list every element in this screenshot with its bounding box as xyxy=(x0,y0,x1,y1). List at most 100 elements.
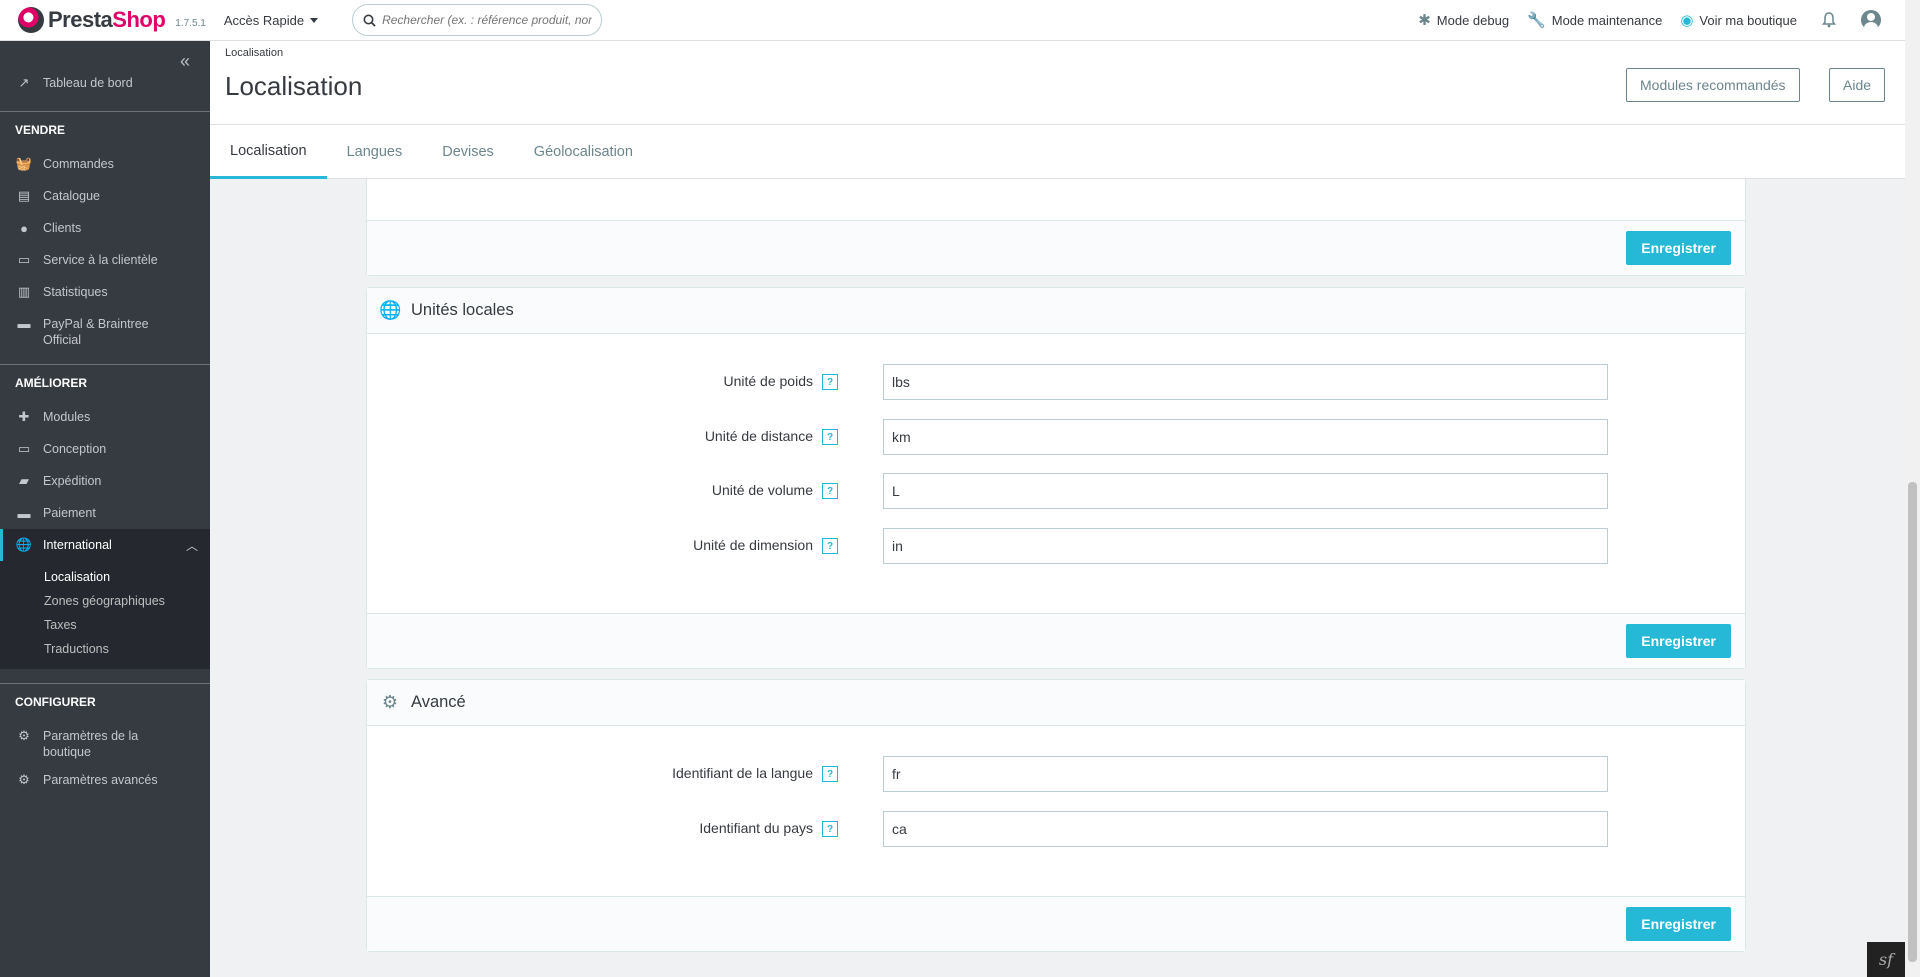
sidebar-item-modules[interactable]: ✚ Modules xyxy=(0,401,210,433)
gear-icon: ⚙ xyxy=(381,692,399,712)
field-label: Identifiant de la langue xyxy=(672,765,813,781)
panel-title: Avancé xyxy=(411,693,466,711)
panel-footer: Enregistrer xyxy=(367,220,1745,275)
weight-unit-input[interactable] xyxy=(883,364,1608,400)
chevron-up-icon: ︿ xyxy=(185,538,198,553)
wrench-icon: 🔧 xyxy=(1527,12,1546,29)
scrollbar-thumb[interactable] xyxy=(1908,482,1917,962)
sidebar-nav: « ↗ Tableau de bord VENDRE 🧺 Commandes ▤… xyxy=(0,41,210,977)
sidebar-subitem-taxes[interactable]: Taxes xyxy=(0,613,210,637)
save-button[interactable]: Enregistrer xyxy=(1626,907,1731,941)
puzzle-icon: ✚ xyxy=(18,409,30,424)
quick-access-dropdown[interactable]: Accès Rapide xyxy=(223,12,319,28)
sidebar-item-dashboard[interactable]: ↗ Tableau de bord xyxy=(0,67,210,99)
view-shop-label: Voir ma boutique xyxy=(1699,12,1797,28)
help-icon[interactable]: ? xyxy=(822,429,838,445)
symfony-toolbar-icon[interactable]: sf xyxy=(1867,942,1905,977)
search-box[interactable] xyxy=(352,4,603,36)
language-identifier-input[interactable] xyxy=(883,756,1608,792)
volume-unit-input[interactable] xyxy=(883,473,1608,509)
dimension-unit-input[interactable] xyxy=(883,528,1608,564)
caret-down-icon xyxy=(310,17,319,23)
sidebar-item-label: Paramètres de la boutique xyxy=(43,729,139,759)
bar-chart-icon: ▥ xyxy=(17,284,31,299)
user-icon xyxy=(1861,10,1881,30)
section-title-improve: AMÉLIORER xyxy=(15,376,87,390)
distance-unit-input[interactable] xyxy=(883,419,1608,455)
gear-icon: ⚙ xyxy=(18,728,30,743)
tab-geolocation[interactable]: Géolocalisation xyxy=(514,125,653,179)
advanced-panel: ⚙ Avancé Identifiant de la langue ? Iden… xyxy=(366,679,1746,952)
version-label: 1.7.5.1 xyxy=(175,17,206,29)
help-button[interactable]: Aide xyxy=(1829,68,1886,102)
panel-header: ⚙ Avancé xyxy=(367,680,1745,726)
tab-currencies[interactable]: Devises xyxy=(422,125,514,179)
recommended-modules-button[interactable]: Modules recommandés xyxy=(1626,68,1800,102)
debug-mode-link[interactable]: ✱ Mode debug xyxy=(1418,11,1509,29)
breadcrumb[interactable]: Localisation xyxy=(225,47,283,59)
sidebar-item-advanced-parameters[interactable]: ⚙ Paramètres avancés xyxy=(0,764,210,796)
eye-icon: ◉ xyxy=(1680,12,1694,29)
help-icon[interactable]: ? xyxy=(822,374,838,390)
tab-localization[interactable]: Localisation xyxy=(210,125,327,179)
sidebar-item-customers[interactable]: ● Clients xyxy=(0,212,210,244)
maintenance-mode-link[interactable]: 🔧 Mode maintenance xyxy=(1527,11,1662,29)
logo-text: PrestaShop xyxy=(48,7,166,32)
sidebar-item-label: Paiement xyxy=(43,506,96,520)
quick-access-label: Accès Rapide xyxy=(223,12,305,28)
notifications-bell-icon[interactable] xyxy=(1819,10,1839,30)
search-input[interactable] xyxy=(382,13,593,27)
help-icon[interactable]: ? xyxy=(822,821,838,837)
sidebar-item-label: International xyxy=(43,538,112,552)
sidebar-item-orders[interactable]: 🧺 Commandes xyxy=(0,148,210,180)
credit-card-icon: ▬ xyxy=(17,316,31,331)
page-scrollbar[interactable] xyxy=(1905,0,1920,977)
country-identifier-input[interactable] xyxy=(883,811,1608,847)
sidebar-item-shop-parameters[interactable]: ⚙ Paramètres de la boutique xyxy=(0,720,210,764)
prestashop-logo[interactable]: PrestaShop 1.7.5.1 xyxy=(18,7,206,33)
form-row-distance: Unité de distance ? xyxy=(367,419,1745,455)
prestashop-logo-icon xyxy=(18,7,44,33)
sidebar-subitem-localization[interactable]: Localisation xyxy=(0,565,210,589)
section-title-configure: CONFIGURER xyxy=(15,695,96,709)
bug-icon: ✱ xyxy=(1418,12,1431,29)
help-icon[interactable]: ? xyxy=(822,766,838,782)
settings-box-icon: ⚙ xyxy=(18,772,30,787)
page-title: Localisation xyxy=(225,71,363,101)
sidebar-item-shipping[interactable]: ▰ Expédition xyxy=(0,465,210,497)
sidebar-item-design[interactable]: ▭ Conception xyxy=(0,433,210,465)
sidebar-subitem-translations[interactable]: Traductions xyxy=(0,637,210,661)
save-button[interactable]: Enregistrer xyxy=(1626,231,1731,265)
sidebar-item-stats[interactable]: ▥ Statistiques xyxy=(0,276,210,308)
panel-title: Unités locales xyxy=(411,301,514,319)
sidebar-item-customer-service[interactable]: ▭ Service à la clientèle xyxy=(0,244,210,276)
sidebar-item-payment[interactable]: ▬ Paiement xyxy=(0,497,210,529)
page-header: Localisation Localisation Modules recomm… xyxy=(210,41,1905,179)
tab-languages[interactable]: Langues xyxy=(327,125,423,179)
save-button[interactable]: Enregistrer xyxy=(1626,624,1731,658)
search-icon xyxy=(363,14,376,27)
sidebar-item-label: Conception xyxy=(43,442,107,456)
sidebar-item-paypal[interactable]: ▬ PayPal & Braintree Official xyxy=(0,308,210,352)
sidebar-item-label: Clients xyxy=(43,221,82,235)
tabs-bar: Localisation Langues Devises Géolocalisa… xyxy=(210,124,1905,179)
basket-icon: 🧺 xyxy=(15,156,33,171)
account-avatar[interactable] xyxy=(1861,10,1881,30)
configuration-panel: Enregistrer xyxy=(366,179,1746,276)
help-icon[interactable]: ? xyxy=(822,538,838,554)
sidebar-subitem-zones[interactable]: Zones géographiques xyxy=(0,589,210,613)
globe-icon: 🌐 xyxy=(15,537,33,552)
sidebar-item-international[interactable]: 🌐 International ︿ xyxy=(0,529,210,561)
sidebar-item-catalog[interactable]: ▤ Catalogue xyxy=(0,180,210,212)
panel-header: 🌐 Unités locales xyxy=(367,288,1745,334)
help-icon[interactable]: ? xyxy=(822,483,838,499)
field-label: Unité de poids xyxy=(723,373,813,389)
field-label: Identifiant du pays xyxy=(699,820,813,836)
collapse-sidebar-icon[interactable]: « xyxy=(180,51,190,72)
chat-icon: ▭ xyxy=(17,252,31,267)
truck-icon: ▰ xyxy=(19,473,29,488)
view-shop-link[interactable]: ◉ Voir ma boutique xyxy=(1680,11,1797,29)
store-icon: ▤ xyxy=(17,188,31,203)
sidebar-item-label: PayPal & Braintree Official xyxy=(43,317,149,347)
sidebar-item-label: Expédition xyxy=(43,474,102,488)
